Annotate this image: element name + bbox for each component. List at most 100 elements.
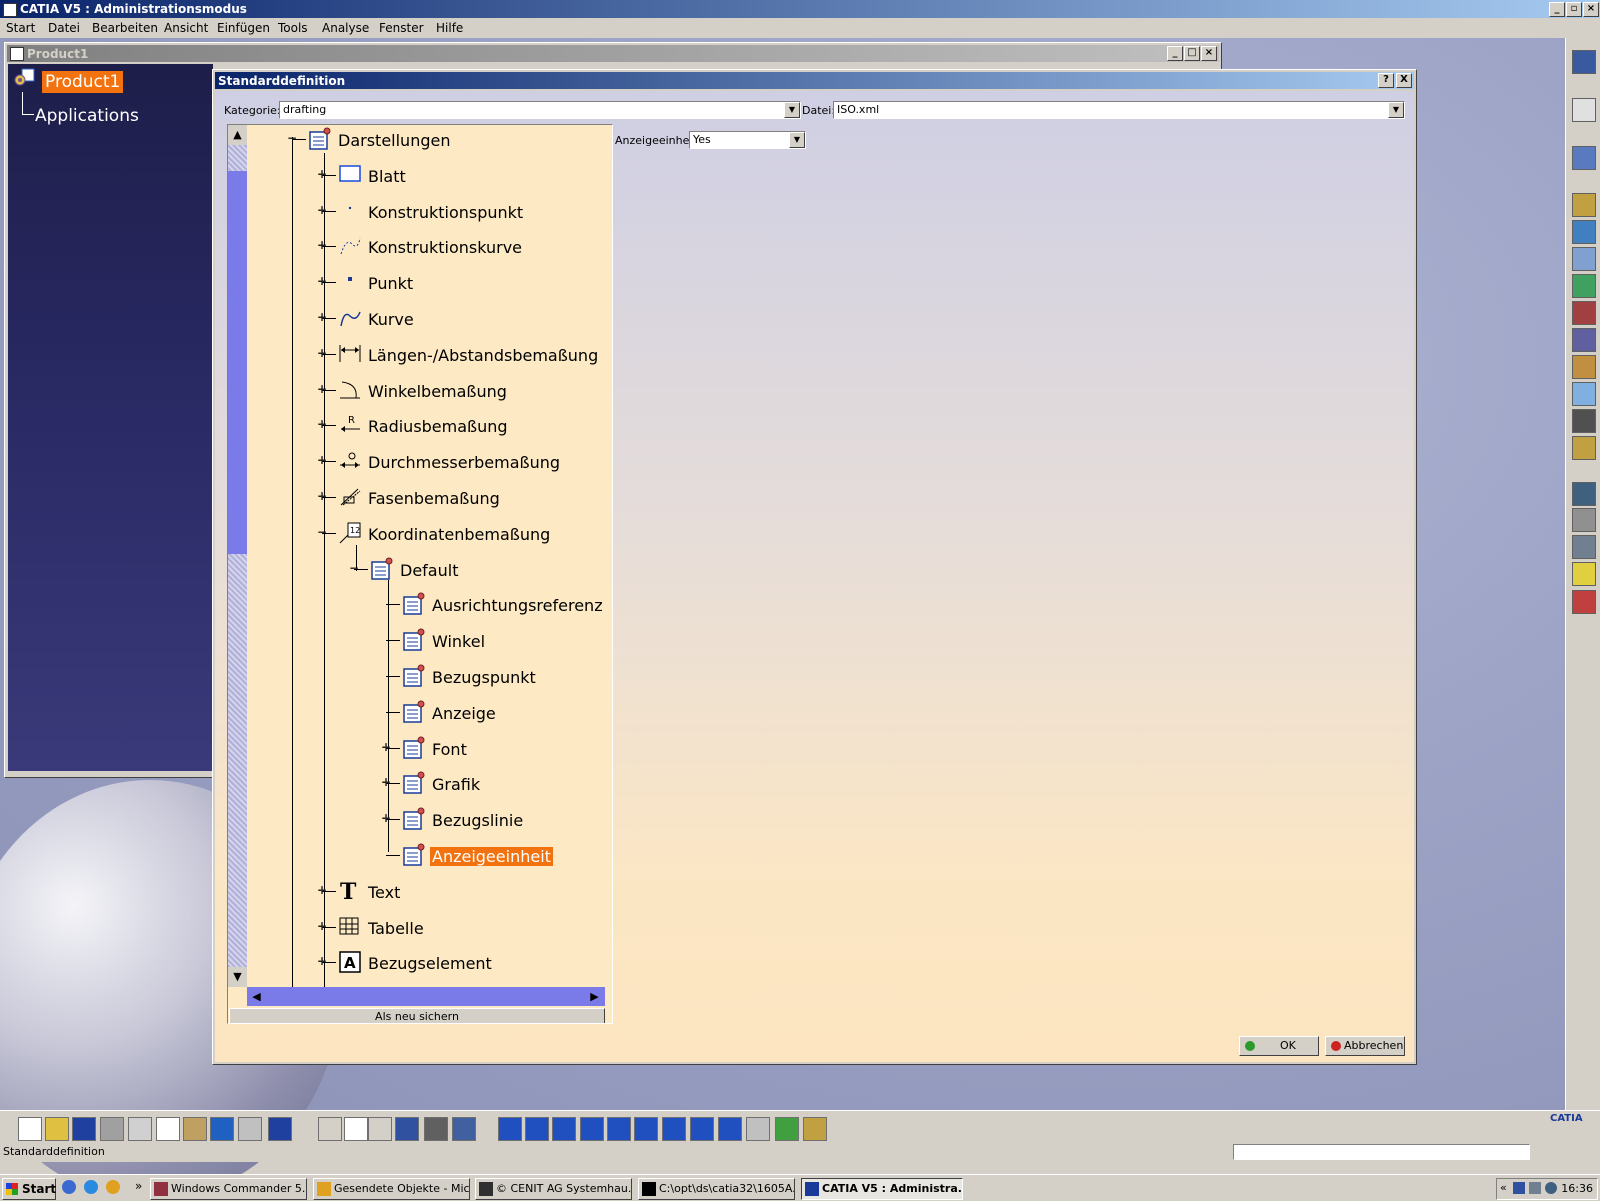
cancel-button[interactable]: Abbrechen [1325,1036,1405,1056]
tree-node[interactable]: Bezugspunkt [402,664,612,694]
tray-chevron[interactable]: « [1500,1181,1507,1194]
tree-node[interactable]: R Radiusbemaßung [338,413,612,443]
minimize-button[interactable]: _ [1549,2,1565,17]
task-command-prompt[interactable]: C:\opt\ds\catia32\1605A... [638,1178,795,1200]
menu-hilfe[interactable]: Hilfe [436,21,463,35]
scroll-left-arrow-icon[interactable]: ◀ [247,987,266,1006]
disable-icon[interactable] [1572,590,1596,614]
sketch-icon[interactable] [1572,508,1596,532]
volume-icon[interactable] [1529,1182,1541,1194]
tree-expander-minus-icon[interactable]: − [349,562,359,574]
visibility-eye-icon[interactable] [1572,535,1596,559]
help-button[interactable]: ? [1378,73,1394,88]
tree-expander-plus-icon[interactable]: + [317,418,327,430]
tree-node[interactable]: Kurve [338,306,612,336]
menu-bearbeiten[interactable]: Bearbeiten [92,21,158,35]
tree-expander-plus-icon[interactable]: + [317,955,327,967]
new-document-icon[interactable] [18,1117,42,1141]
text-style-icon[interactable] [1572,409,1596,433]
grid-icon[interactable] [1572,482,1596,506]
zoom-out-icon[interactable] [634,1117,658,1141]
tools-options-icon[interactable] [1572,146,1596,170]
lightbulb-icon[interactable] [1572,562,1596,586]
tree-expander-plus-icon[interactable]: + [317,168,327,180]
iso-view-icon[interactable] [718,1117,742,1141]
table-style-icon[interactable] [1572,436,1596,460]
tree-expander-plus-icon[interactable]: + [317,239,327,251]
redo-icon[interactable] [238,1117,262,1141]
rotate-icon[interactable] [580,1117,604,1141]
dialog-close-button[interactable]: X [1396,73,1412,88]
tree-node[interactable]: Längen-/Abstandsbemaßung [338,342,612,372]
menu-einfügen[interactable]: Einfügen [217,21,270,35]
copy-icon[interactable] [156,1117,180,1141]
tree-expander-minus-icon[interactable]: − [287,132,297,144]
chevron-down-icon[interactable]: ▼ [1388,102,1404,118]
quicklaunch-icon[interactable] [62,1180,76,1194]
menu-ansicht[interactable]: Ansicht [164,21,208,35]
tree-expander-plus-icon[interactable]: + [317,204,327,216]
product-minimize-button[interactable]: _ [1167,46,1183,61]
menu-datei[interactable]: Datei [48,21,80,35]
task-cenit[interactable]: © CENIT AG Systemhau... [475,1178,632,1200]
tree-expander-plus-icon[interactable]: + [317,490,327,502]
tree-expander-plus-icon[interactable]: + [381,776,391,788]
vertical-scrollbar[interactable]: ▲ ▼ [228,125,247,987]
tree-expander-plus-icon[interactable]: + [317,311,327,323]
tree-node[interactable]: Ausrichtungsreferenz [402,592,612,622]
constraint-icon[interactable] [1572,301,1596,325]
tree-expander-plus-icon[interactable]: + [317,347,327,359]
fit-all-icon[interactable] [525,1117,549,1141]
dialog-title-bar[interactable]: Standarddefinition ? X [215,72,1414,89]
paste-icon[interactable] [183,1117,207,1141]
manage-icon[interactable] [1572,247,1596,271]
tree-node[interactable]: T Text [338,879,612,909]
knowledge-icon[interactable] [368,1117,392,1141]
normal-view-icon[interactable] [662,1117,686,1141]
tree-expander-plus-icon[interactable]: + [317,884,327,896]
pan-icon[interactable] [498,1117,522,1141]
tree-node[interactable]: Winkel [402,628,612,658]
tree-node[interactable]: Fasenbemaßung [338,485,612,515]
tree-node[interactable]: A Bezugselement [338,950,612,980]
kategorie-select[interactable]: drafting ▼ [279,101,801,119]
multi-document-icon[interactable] [424,1117,448,1141]
datei-select[interactable]: ISO.xml ▼ [833,101,1405,119]
outlook-icon[interactable] [106,1180,120,1194]
scroll-right-arrow-icon[interactable]: ▶ [585,987,604,1006]
command-input[interactable] [1233,1144,1530,1160]
tree-node[interactable]: Default [370,557,612,587]
tree-node[interactable]: Darstellungen [308,127,608,157]
network-icon[interactable] [1513,1182,1525,1194]
menu-fenster[interactable]: Fenster [379,21,424,35]
select-arrow-icon[interactable] [1572,98,1596,122]
quick-view-icon[interactable] [690,1117,714,1141]
tree-expander-plus-icon[interactable]: + [381,812,391,824]
menu-start[interactable]: Start [6,21,35,35]
tree-node[interactable]: Grafik [402,771,612,801]
menu-analyse[interactable]: Analyse [322,21,369,35]
tree-node[interactable]: Anzeigeeinheit [402,843,612,873]
tree-expander-plus-icon[interactable]: + [317,383,327,395]
swap-visible-icon[interactable] [803,1117,827,1141]
tree-expander-minus-icon[interactable]: − [317,526,327,538]
start-button[interactable]: Start [2,1178,56,1200]
chevron-down-icon[interactable]: ▼ [784,102,800,118]
tree-expander-plus-icon[interactable]: + [317,920,327,932]
tree-node[interactable]: Konstruktionspunkt [338,199,612,229]
shading-icon[interactable] [746,1117,770,1141]
horizontal-scrollbar[interactable]: ◀ ▶ [247,987,605,1006]
gear-settings-icon[interactable] [1572,193,1596,217]
zoom-in-icon[interactable] [607,1117,631,1141]
task-outlook-sent[interactable]: Gesendete Objekte - Mic... [313,1178,470,1200]
ok-button[interactable]: OK [1239,1036,1319,1056]
move-icon[interactable] [552,1117,576,1141]
save-icon[interactable] [72,1117,96,1141]
tree-node[interactable]: Anzeige [402,700,612,730]
tree-node[interactable]: 12 Koordinatenbemaßung [338,521,612,551]
cut-icon[interactable] [128,1117,152,1141]
tree-node[interactable]: Punkt [338,270,612,300]
tree-expander-plus-icon[interactable]: + [317,275,327,287]
open-folder-icon[interactable] [45,1117,69,1141]
task-catia[interactable]: CATIA V5 : Administra... [801,1178,963,1200]
